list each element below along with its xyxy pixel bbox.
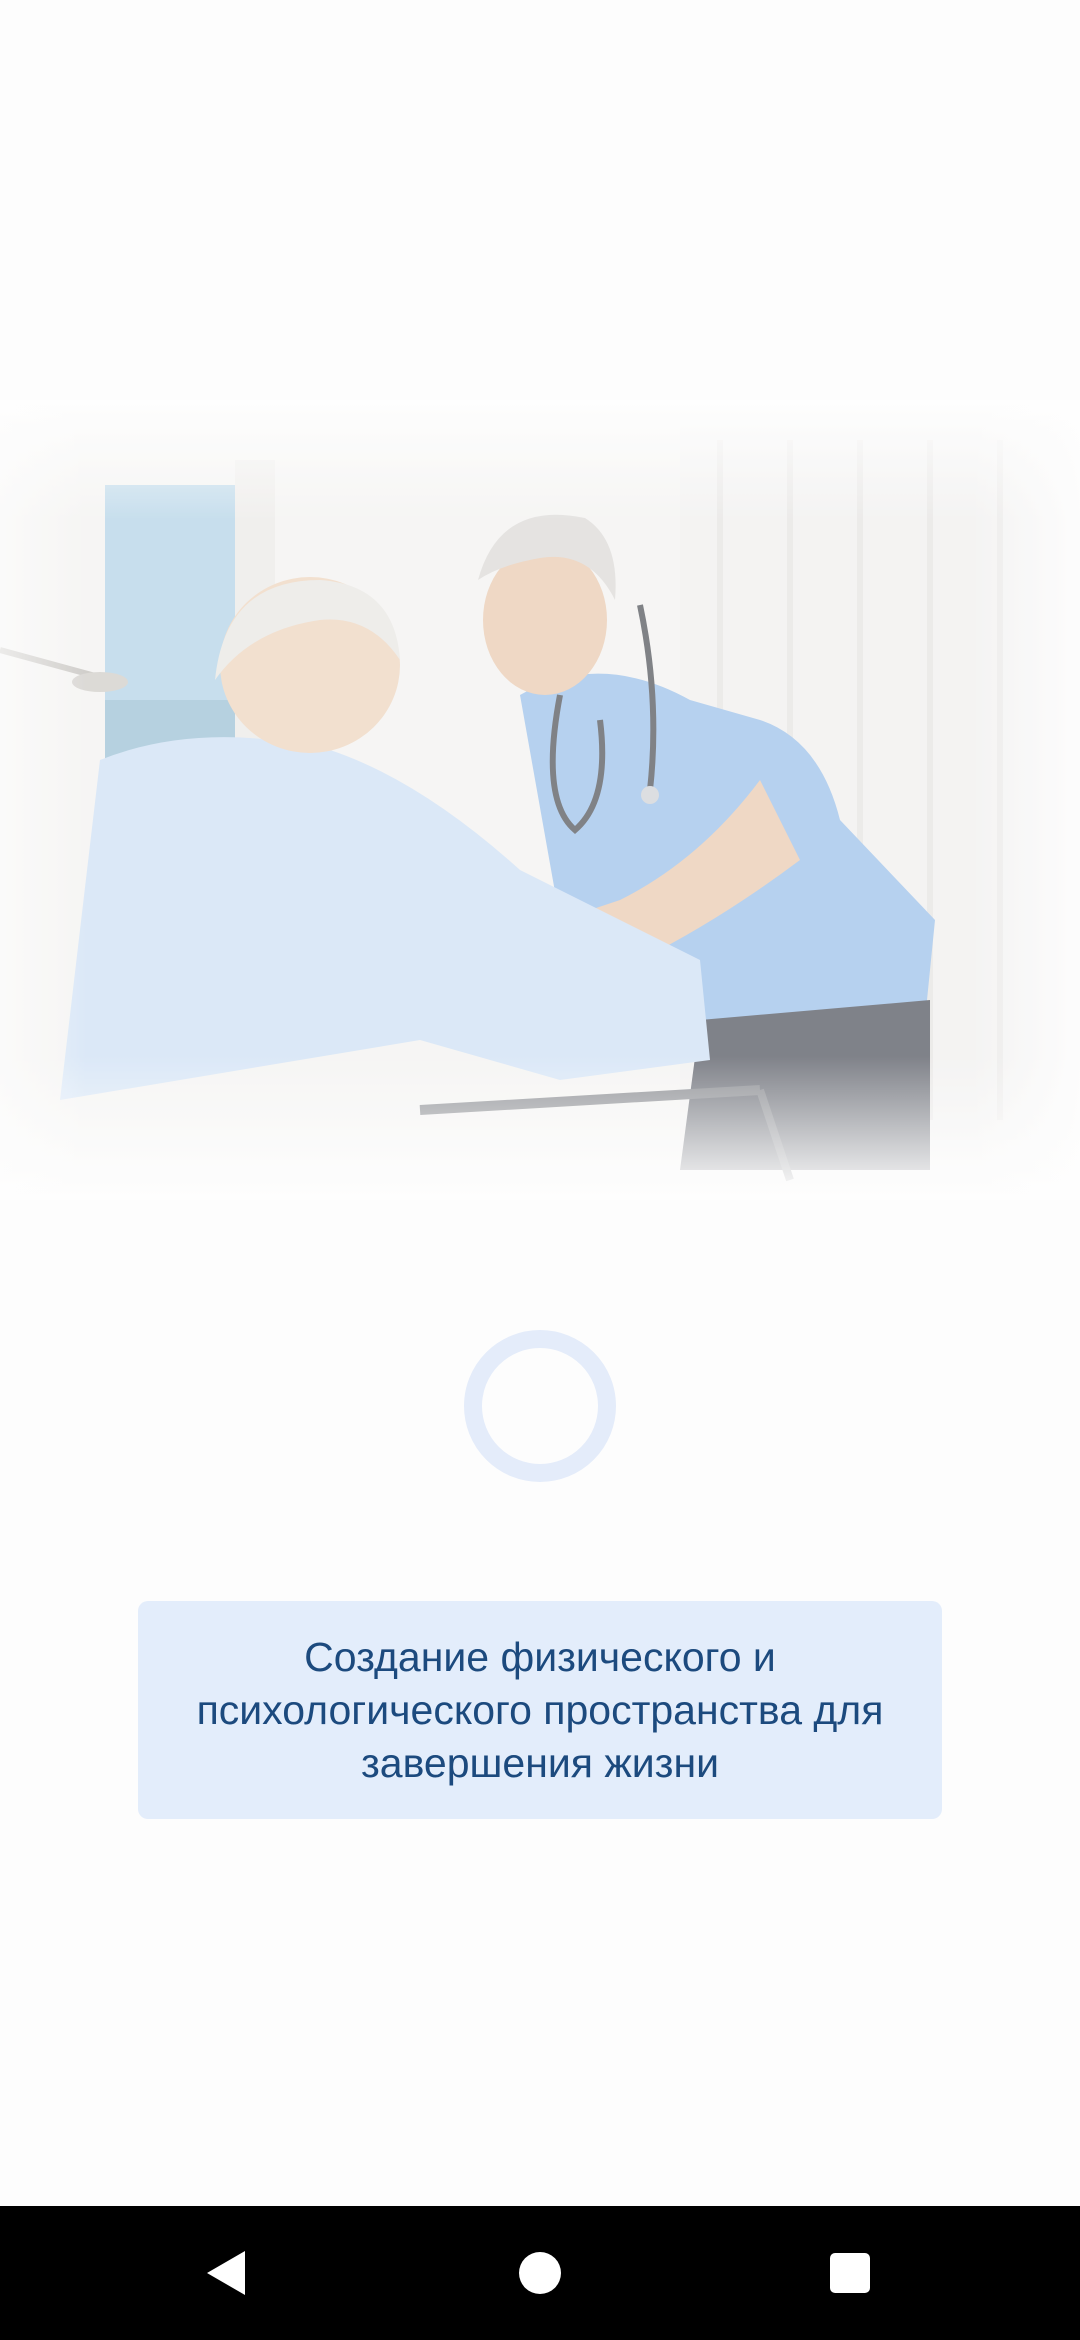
back-triangle-icon (207, 2251, 245, 2295)
loading-spinner-icon (464, 1330, 616, 1482)
home-button[interactable] (480, 2206, 600, 2340)
nurse-and-patient-illustration (0, 400, 1080, 1200)
home-circle-icon (519, 2252, 561, 2294)
back-button[interactable] (166, 2206, 286, 2340)
tagline-card: Создание физического и психологического … (138, 1601, 942, 1819)
recents-square-icon (830, 2253, 870, 2293)
hero-image (0, 400, 1080, 1200)
tagline-text: Создание физического и психологического … (196, 1633, 884, 1786)
recents-button[interactable] (790, 2206, 910, 2340)
splash-screen: Создание физического и психологического … (0, 0, 1080, 2340)
system-navigation-bar (0, 2206, 1080, 2340)
